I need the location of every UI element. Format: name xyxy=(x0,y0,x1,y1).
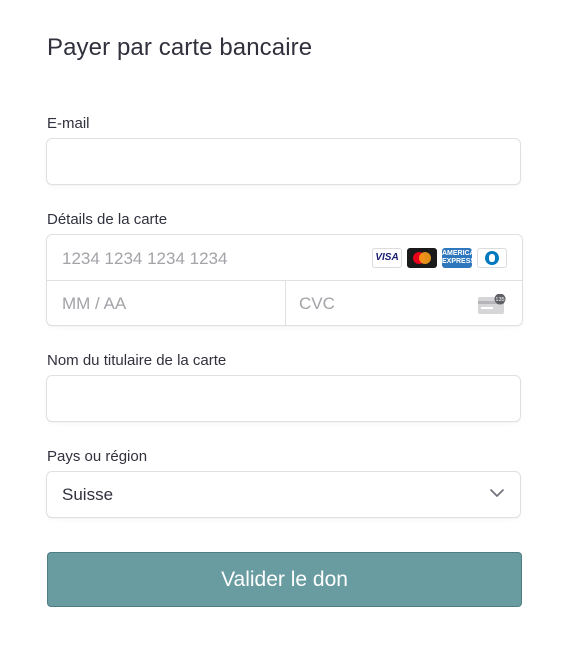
svg-text:135: 135 xyxy=(495,297,504,303)
amex-logo: AMERICAN EXPRESS xyxy=(442,248,472,268)
email-label: E-mail xyxy=(47,115,90,132)
chevron-down-icon xyxy=(490,489,504,497)
visa-logo: VISA xyxy=(372,248,402,268)
card-brands: VISA AMERICAN EXPRESS xyxy=(372,248,507,268)
expiry-placeholder: MM / AA xyxy=(62,294,127,313)
cvc-card-icon: 135 xyxy=(478,294,506,314)
card-number-field[interactable]: 1234 1234 1234 1234 VISA AMERICAN EXPRES… xyxy=(47,235,522,281)
cvc-placeholder: CVC xyxy=(299,294,335,313)
card-details-group: 1234 1234 1234 1234 VISA AMERICAN EXPRES… xyxy=(46,234,523,326)
page-title: Payer par carte bancaire xyxy=(47,34,313,61)
card-details-label: Détails de la carte xyxy=(47,211,168,228)
expiry-field[interactable]: MM / AA xyxy=(47,280,286,325)
country-label: Pays ou région xyxy=(47,448,148,465)
diners-club-logo xyxy=(477,248,507,268)
submit-donation-button[interactable]: Valider le don xyxy=(47,552,522,607)
card-number-placeholder: 1234 1234 1234 1234 xyxy=(62,249,228,268)
email-field[interactable] xyxy=(46,138,521,185)
country-selected-value: Suisse xyxy=(62,485,114,504)
mastercard-logo xyxy=(407,248,437,268)
cardholder-name-field[interactable] xyxy=(46,375,521,422)
country-select[interactable]: Suisse xyxy=(46,471,521,518)
cvc-field[interactable]: CVC 135 xyxy=(285,280,522,325)
cardholder-label: Nom du titulaire de la carte xyxy=(47,352,227,369)
